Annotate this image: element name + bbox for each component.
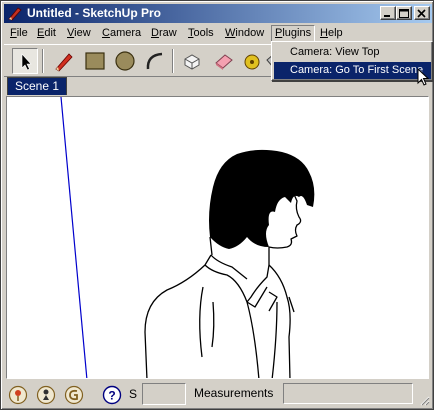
measurements-input[interactable]	[283, 383, 413, 404]
menu-tools[interactable]: Tools	[184, 25, 218, 42]
window-title: Untitled - SketchUp Pro	[27, 6, 162, 20]
eraser-icon	[215, 54, 233, 70]
rectangle-icon	[85, 52, 105, 70]
circle-icon	[115, 51, 135, 71]
title-bar[interactable]: Untitled - SketchUp Pro	[4, 4, 432, 23]
menu-file-label: File	[10, 27, 28, 39]
tape-measure-icon	[244, 54, 260, 70]
drawing-viewport[interactable]	[6, 96, 429, 379]
maximize-button[interactable]	[396, 6, 412, 20]
pencil-icon	[55, 53, 73, 72]
status-bar: ? S Measurements	[4, 381, 432, 408]
select-arrow-icon	[21, 53, 32, 71]
menu-plugins-label: Plugins	[275, 27, 312, 39]
menu-view[interactable]: View	[63, 25, 95, 42]
arc-tool-button[interactable]	[142, 48, 168, 74]
hair-shape	[209, 149, 315, 249]
geo-location-button[interactable]	[8, 385, 28, 405]
menu-view-label: View	[67, 27, 91, 39]
make-component-icon	[184, 54, 200, 70]
menu-help[interactable]: Help	[316, 25, 347, 42]
menu-draw-label: Draw	[151, 27, 177, 39]
maximize-icon	[399, 9, 409, 18]
sketchup-app-icon[interactable]	[7, 6, 23, 21]
menu-window[interactable]: Window	[221, 25, 268, 42]
sketchup-window: Untitled - SketchUp Pro File Edit View C…	[0, 0, 434, 410]
instructor-help-button[interactable]: ?	[102, 385, 122, 405]
arc-icon	[146, 52, 163, 70]
sign-in-icon	[64, 385, 84, 405]
rectangle-tool-button[interactable]	[82, 48, 108, 74]
make-component-button[interactable]	[179, 48, 205, 74]
menu-window-label: Window	[225, 27, 265, 39]
status-hint-text: S	[129, 387, 138, 401]
measurements-label: Measurements	[194, 386, 274, 400]
blue-axis-line	[60, 97, 88, 378]
line-tool-button[interactable]	[50, 48, 76, 74]
credits-button[interactable]	[36, 385, 56, 405]
resize-grip-icon[interactable]	[418, 394, 430, 406]
mouse-cursor-icon	[417, 68, 429, 86]
status-text-panel	[142, 383, 186, 405]
menu-edit[interactable]: Edit	[33, 25, 60, 42]
menu-item-camera-go-to-first-scene[interactable]: Camera: Go To First Scene	[274, 62, 431, 79]
menu-camera-label: Camera	[102, 27, 142, 39]
scene-tab-scene-1[interactable]: Scene 1	[7, 77, 68, 95]
menu-help-label: Help	[320, 27, 343, 39]
menu-plugins[interactable]: Plugins	[271, 25, 316, 42]
menu-edit-label: Edit	[37, 27, 56, 39]
minimize-icon	[384, 15, 390, 17]
close-button[interactable]	[414, 6, 430, 20]
select-tool-button[interactable]	[12, 48, 38, 74]
eraser-tool-button[interactable]	[211, 48, 237, 74]
menu-draw[interactable]: Draw	[147, 25, 181, 42]
menu-item-camera-view-top[interactable]: Camera: View Top	[274, 44, 431, 61]
menu-file[interactable]: File	[6, 25, 32, 42]
sign-in-button[interactable]	[64, 385, 84, 405]
menu-camera[interactable]: Camera	[98, 25, 145, 42]
toolbar-separator	[172, 49, 174, 73]
menu-tools-label: Tools	[188, 27, 214, 39]
geo-location-icon	[8, 385, 28, 405]
minimize-button[interactable]	[380, 6, 396, 20]
close-icon	[417, 9, 426, 18]
circle-tool-button[interactable]	[112, 48, 138, 74]
credits-icon	[36, 385, 56, 405]
plugins-dropdown-menu: Camera: View Top Camera: Go To First Sce…	[271, 41, 433, 81]
svg-text:?: ?	[108, 389, 115, 403]
help-icon: ?	[102, 385, 122, 405]
toolbar-separator	[42, 49, 44, 73]
